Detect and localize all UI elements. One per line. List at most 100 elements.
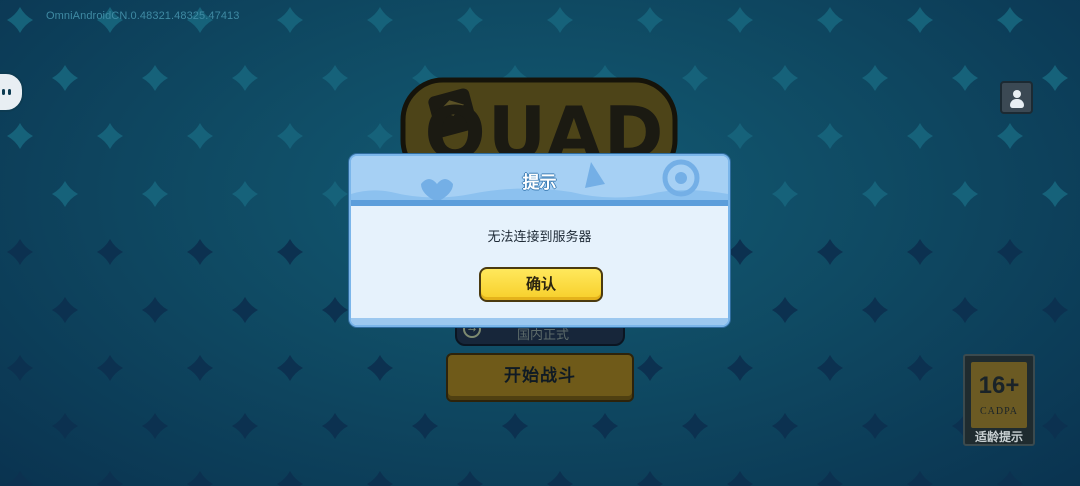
game-screen: OmniAndroidCN.0.48321.48325.47413 QUAD ⇆…	[0, 0, 1080, 486]
background-star	[1042, 413, 1068, 439]
background-star	[457, 7, 483, 33]
background-star	[727, 471, 753, 486]
chat-eye-left	[2, 89, 5, 95]
background-star	[817, 123, 843, 149]
background-star	[52, 297, 78, 323]
age-rating-badge[interactable]: 16+ CADPA 适龄提示	[963, 354, 1035, 446]
background-star	[52, 65, 78, 91]
background-star	[322, 181, 348, 207]
background-star	[817, 239, 843, 265]
background-star	[817, 355, 843, 381]
background-star	[952, 297, 978, 323]
background-star	[52, 413, 78, 439]
background-star	[772, 297, 798, 323]
background-star	[727, 123, 753, 149]
background-star	[232, 297, 258, 323]
background-star	[862, 413, 888, 439]
background-star	[862, 297, 888, 323]
background-star	[367, 123, 393, 149]
background-star	[277, 123, 303, 149]
background-star	[97, 471, 123, 486]
background-star	[907, 239, 933, 265]
background-star	[187, 123, 213, 149]
background-star	[727, 355, 753, 381]
background-star	[187, 355, 213, 381]
background-star	[547, 7, 573, 33]
profile-body	[1010, 99, 1024, 108]
background-star	[187, 471, 213, 486]
background-star	[97, 123, 123, 149]
background-star	[277, 239, 303, 265]
background-star	[97, 239, 123, 265]
background-star	[592, 413, 618, 439]
background-star	[727, 239, 753, 265]
background-star	[682, 413, 708, 439]
background-star	[862, 181, 888, 207]
background-star	[142, 413, 168, 439]
background-star	[907, 355, 933, 381]
background-star	[907, 123, 933, 149]
background-star	[997, 471, 1023, 486]
background-star	[232, 181, 258, 207]
dialog-footer	[351, 318, 728, 325]
background-star	[1042, 181, 1068, 207]
background-star	[817, 471, 843, 486]
profile-head	[1013, 90, 1021, 98]
background-star	[772, 413, 798, 439]
background-star	[637, 7, 663, 33]
dialog-header: 提示	[351, 156, 728, 206]
background-star	[727, 7, 753, 33]
background-star	[367, 7, 393, 33]
background-star	[952, 181, 978, 207]
background-star	[772, 65, 798, 91]
background-star	[952, 65, 978, 91]
background-star	[277, 471, 303, 486]
background-star	[907, 7, 933, 33]
background-star	[232, 413, 258, 439]
background-star	[412, 413, 438, 439]
background-star	[502, 413, 528, 439]
dialog-message: 无法连接到服务器	[487, 230, 592, 245]
background-star	[322, 65, 348, 91]
start-battle-button[interactable]: 开始战斗	[446, 353, 634, 402]
background-star	[322, 413, 348, 439]
background-star	[7, 123, 33, 149]
background-star	[457, 471, 483, 486]
confirm-button[interactable]: 确认	[479, 267, 603, 302]
age-rating-panel: 16+ CADPA	[971, 362, 1027, 428]
background-star	[547, 471, 573, 486]
background-star	[637, 471, 663, 486]
background-star	[322, 297, 348, 323]
background-star	[52, 181, 78, 207]
background-star	[367, 471, 393, 486]
background-star	[997, 7, 1023, 33]
background-star	[817, 7, 843, 33]
background-star	[142, 297, 168, 323]
background-star	[7, 355, 33, 381]
background-star	[142, 181, 168, 207]
background-star	[7, 7, 33, 33]
version-label: OmniAndroidCN.0.48321.48325.47413	[46, 10, 240, 22]
background-star	[637, 355, 663, 381]
background-star	[862, 65, 888, 91]
background-star	[142, 65, 168, 91]
background-star	[1042, 297, 1068, 323]
alert-dialog: 提示 无法连接到服务器 确认	[349, 154, 730, 327]
background-star	[7, 239, 33, 265]
background-star	[97, 355, 123, 381]
background-star	[277, 7, 303, 33]
age-rating-value: 16+	[978, 372, 1020, 399]
age-rating-caption: 适龄提示	[974, 430, 1023, 444]
user-profile-icon[interactable]	[1000, 81, 1033, 114]
background-star	[907, 471, 933, 486]
age-rating-org: CADPA	[980, 406, 1018, 417]
background-star	[367, 355, 393, 381]
background-star	[1042, 65, 1068, 91]
background-star	[997, 239, 1023, 265]
background-star	[277, 355, 303, 381]
background-star	[682, 65, 708, 91]
background-star	[997, 123, 1023, 149]
dialog-title: 提示	[522, 173, 557, 193]
background-star	[232, 65, 258, 91]
background-star	[7, 471, 33, 486]
